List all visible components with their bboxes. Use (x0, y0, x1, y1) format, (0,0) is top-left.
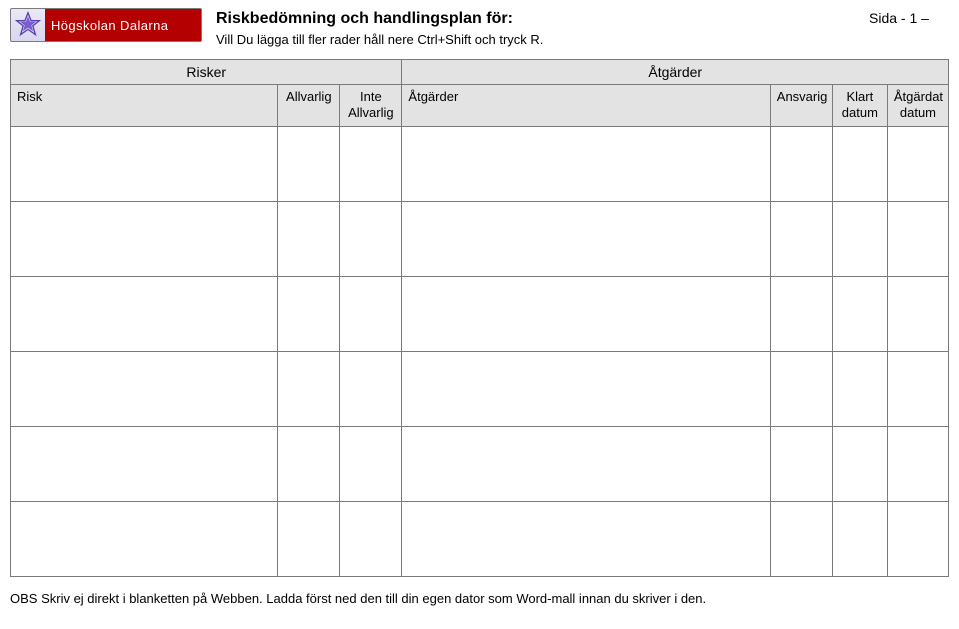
cell-klart[interactable] (832, 126, 887, 201)
cell-atgarder[interactable] (402, 351, 770, 426)
cell-ansvarig[interactable] (770, 426, 832, 501)
col-header-atgardat-line1: Åtgärdat (894, 89, 943, 104)
group-header-risker: Risker (11, 60, 402, 85)
document-title: Riskbedömning och handlingsplan för: (216, 10, 855, 28)
cell-ansvarig[interactable] (770, 126, 832, 201)
cell-inte_allvarlig[interactable] (340, 426, 402, 501)
col-header-klart: Klart datum (832, 85, 887, 127)
logo-text: Högskolan Dalarna (45, 9, 201, 41)
col-header-inte-allvarlig: Inte Allvarlig (340, 85, 402, 127)
cell-atgarder[interactable] (402, 426, 770, 501)
table-row (11, 351, 949, 426)
cell-allvarlig[interactable] (278, 501, 340, 576)
group-header-atgarder: Åtgärder (402, 60, 949, 85)
cell-klart[interactable] (832, 501, 887, 576)
cell-ansvarig[interactable] (770, 276, 832, 351)
cell-allvarlig[interactable] (278, 126, 340, 201)
cell-inte_allvarlig[interactable] (340, 501, 402, 576)
risk-table: Risker Åtgärder Risk Allvarlig Inte Allv… (10, 59, 949, 577)
star-icon (11, 9, 45, 41)
table-row (11, 501, 949, 576)
cell-atgarder[interactable] (402, 201, 770, 276)
cell-allvarlig[interactable] (278, 351, 340, 426)
column-header-row: Risk Allvarlig Inte Allvarlig Åtgärder A… (11, 85, 949, 127)
table-row (11, 276, 949, 351)
table-row (11, 426, 949, 501)
cell-inte_allvarlig[interactable] (340, 126, 402, 201)
logo: Högskolan Dalarna (10, 8, 202, 42)
col-header-atgarder: Åtgärder (402, 85, 770, 127)
cell-risk[interactable] (11, 276, 278, 351)
footer-note: OBS Skriv ej direkt i blanketten på Webb… (10, 591, 949, 606)
col-header-inte-line2: Allvarlig (348, 105, 394, 120)
cell-inte_allvarlig[interactable] (340, 351, 402, 426)
cell-allvarlig[interactable] (278, 426, 340, 501)
col-header-risk: Risk (11, 85, 278, 127)
col-header-atgardat-line2: datum (900, 105, 936, 120)
cell-ansvarig[interactable] (770, 201, 832, 276)
cell-klart[interactable] (832, 351, 887, 426)
instruction-text: Vill Du lägga till fler rader håll nere … (216, 32, 855, 47)
table-row (11, 126, 949, 201)
page: Högskolan Dalarna Riskbedömning och hand… (0, 0, 959, 616)
cell-atgardat[interactable] (887, 426, 948, 501)
cell-inte_allvarlig[interactable] (340, 201, 402, 276)
page-number: Sida - 1 – (869, 8, 949, 26)
cell-atgardat[interactable] (887, 501, 948, 576)
cell-klart[interactable] (832, 276, 887, 351)
cell-atgarder[interactable] (402, 276, 770, 351)
cell-klart[interactable] (832, 201, 887, 276)
cell-risk[interactable] (11, 126, 278, 201)
cell-allvarlig[interactable] (278, 276, 340, 351)
cell-atgardat[interactable] (887, 351, 948, 426)
cell-atgarder[interactable] (402, 501, 770, 576)
col-header-allvarlig: Allvarlig (278, 85, 340, 127)
cell-atgardat[interactable] (887, 126, 948, 201)
col-header-atgardat: Åtgärdat datum (887, 85, 948, 127)
top-row: Högskolan Dalarna Riskbedömning och hand… (10, 8, 949, 49)
cell-allvarlig[interactable] (278, 201, 340, 276)
cell-klart[interactable] (832, 426, 887, 501)
col-header-ansvarig: Ansvarig (770, 85, 832, 127)
title-block: Riskbedömning och handlingsplan för: Vil… (216, 8, 855, 49)
col-header-inte-line1: Inte (360, 89, 382, 104)
cell-inte_allvarlig[interactable] (340, 276, 402, 351)
col-header-klart-line1: Klart (847, 89, 874, 104)
cell-ansvarig[interactable] (770, 351, 832, 426)
group-header-row: Risker Åtgärder (11, 60, 949, 85)
cell-risk[interactable] (11, 426, 278, 501)
cell-atgardat[interactable] (887, 201, 948, 276)
cell-risk[interactable] (11, 201, 278, 276)
cell-risk[interactable] (11, 351, 278, 426)
cell-atgardat[interactable] (887, 276, 948, 351)
cell-risk[interactable] (11, 501, 278, 576)
cell-atgarder[interactable] (402, 126, 770, 201)
col-header-klart-line2: datum (842, 105, 878, 120)
table-row (11, 201, 949, 276)
cell-ansvarig[interactable] (770, 501, 832, 576)
